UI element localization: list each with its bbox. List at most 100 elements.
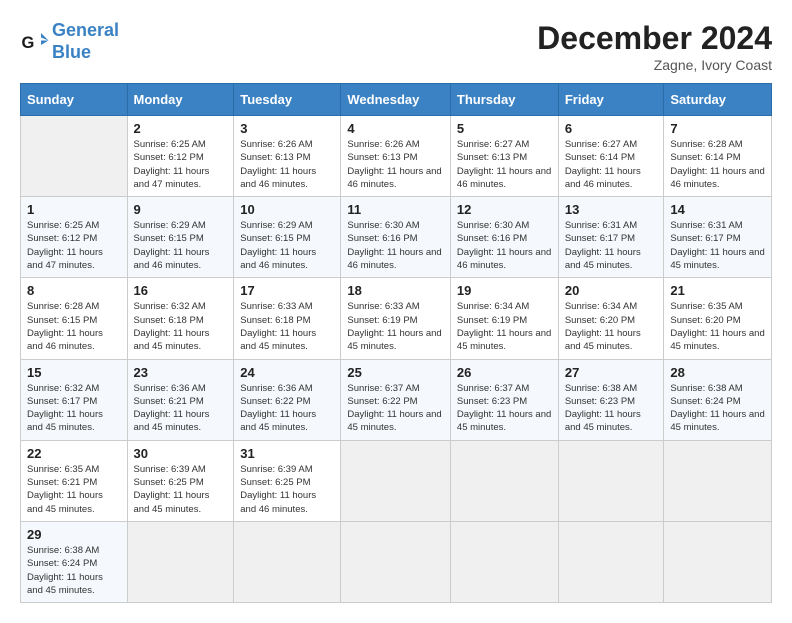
calendar-cell [450,521,558,602]
day-info: Sunrise: 6:27 AMSunset: 6:13 PMDaylight:… [457,138,552,191]
calendar-cell: 7Sunrise: 6:28 AMSunset: 6:14 PMDaylight… [664,116,772,197]
day-info: Sunrise: 6:25 AMSunset: 6:12 PMDaylight:… [27,219,121,272]
calendar-cell [664,440,772,521]
calendar-cell [664,521,772,602]
calendar-cell [558,521,664,602]
day-number: 23 [134,365,228,380]
calendar-cell: 25Sunrise: 6:37 AMSunset: 6:22 PMDayligh… [341,359,451,440]
day-number: 6 [565,121,658,136]
calendar-cell: 31 Sunrise: 6:39 AMSunset: 6:25 PMDayligh… [234,440,341,521]
day-info: Sunrise: 6:28 AMSunset: 6:15 PMDaylight:… [27,300,121,353]
day-info: Sunrise: 6:36 AMSunset: 6:21 PMDaylight:… [134,382,228,435]
logo: G General Blue [20,20,119,63]
weekday-header-wednesday: Wednesday [341,84,451,116]
calendar-cell: 3 Sunrise: 6:26 AMSunset: 6:13 PMDaylight… [234,116,341,197]
day-info: Sunrise: 6:34 AMSunset: 6:19 PMDaylight:… [457,300,552,353]
calendar-cell: 22Sunrise: 6:35 AMSunset: 6:21 PMDayligh… [21,440,128,521]
day-info: Sunrise: 6:32 AMSunset: 6:17 PMDaylight:… [27,382,121,435]
day-number: 7 [670,121,765,136]
calendar-cell: 20 Sunrise: 6:34 AMSunset: 6:20 PMDayligh… [558,278,664,359]
calendar-cell [450,440,558,521]
calendar-cell: 19 Sunrise: 6:34 AMSunset: 6:19 PMDayligh… [450,278,558,359]
day-number: 19 [457,283,552,298]
weekday-header-monday: Monday [127,84,234,116]
day-number: 20 [565,283,658,298]
calendar-cell [341,440,451,521]
day-number: 9 [134,202,228,217]
day-info: Sunrise: 6:30 AMSunset: 6:16 PMDaylight:… [457,219,552,272]
day-number: 16 [134,283,228,298]
day-number: 31 [240,446,334,461]
day-info: Sunrise: 6:38 AMSunset: 6:24 PMDaylight:… [670,382,765,435]
day-number: 15 [27,365,121,380]
day-number: 11 [347,202,444,217]
calendar-cell: 1 Sunrise: 6:25 AMSunset: 6:12 PMDaylight… [21,197,128,278]
day-number: 28 [670,365,765,380]
logo-icon: G [20,27,50,57]
day-number: 1 [27,202,121,217]
calendar: SundayMondayTuesdayWednesdayThursdayFrid… [20,83,772,603]
day-number: 2 [134,121,228,136]
calendar-cell: 16 Sunrise: 6:32 AMSunset: 6:18 PMDayligh… [127,278,234,359]
calendar-week-row: 2Sunrise: 6:25 AMSunset: 6:12 PMDaylight… [21,116,772,197]
day-info: Sunrise: 6:26 AMSunset: 6:13 PMDaylight:… [240,138,334,191]
day-number: 12 [457,202,552,217]
day-info: Sunrise: 6:31 AMSunset: 6:17 PMDaylight:… [670,219,765,272]
calendar-cell: 29 Sunrise: 6:38 AMSunset: 6:24 PMDayligh… [21,521,128,602]
calendar-week-row: 8 Sunrise: 6:28 AMSunset: 6:15 PMDaylight… [21,278,772,359]
day-number: 27 [565,365,658,380]
calendar-cell [234,521,341,602]
calendar-cell: 28 Sunrise: 6:38 AMSunset: 6:24 PMDayligh… [664,359,772,440]
weekday-header-thursday: Thursday [450,84,558,116]
calendar-cell: 2Sunrise: 6:25 AMSunset: 6:12 PMDaylight… [127,116,234,197]
calendar-cell: 27Sunrise: 6:38 AMSunset: 6:23 PMDayligh… [558,359,664,440]
calendar-week-row: 29 Sunrise: 6:38 AMSunset: 6:24 PMDayligh… [21,521,772,602]
day-number: 10 [240,202,334,217]
day-info: Sunrise: 6:37 AMSunset: 6:23 PMDaylight:… [457,382,552,435]
day-info: Sunrise: 6:33 AMSunset: 6:18 PMDaylight:… [240,300,334,353]
day-number: 8 [27,283,121,298]
calendar-cell: 24 Sunrise: 6:36 AMSunset: 6:22 PMDayligh… [234,359,341,440]
calendar-header: SundayMondayTuesdayWednesdayThursdayFrid… [21,84,772,116]
calendar-cell: 9 Sunrise: 6:29 AMSunset: 6:15 PMDaylight… [127,197,234,278]
day-info: Sunrise: 6:31 AMSunset: 6:17 PMDaylight:… [565,219,658,272]
logo-line2: Blue [52,42,91,62]
day-info: Sunrise: 6:38 AMSunset: 6:24 PMDaylight:… [27,544,121,597]
month-title: December 2024 [537,20,772,57]
calendar-cell: 17Sunrise: 6:33 AMSunset: 6:18 PMDayligh… [234,278,341,359]
calendar-cell: 8 Sunrise: 6:28 AMSunset: 6:15 PMDaylight… [21,278,128,359]
day-info: Sunrise: 6:35 AMSunset: 6:20 PMDaylight:… [670,300,765,353]
day-number: 5 [457,121,552,136]
weekday-header-friday: Friday [558,84,664,116]
calendar-week-row: 22Sunrise: 6:35 AMSunset: 6:21 PMDayligh… [21,440,772,521]
day-number: 29 [27,527,121,542]
day-info: Sunrise: 6:36 AMSunset: 6:22 PMDaylight:… [240,382,334,435]
calendar-cell [341,521,451,602]
weekday-header-row: SundayMondayTuesdayWednesdayThursdayFrid… [21,84,772,116]
calendar-cell: 21 Sunrise: 6:35 AMSunset: 6:20 PMDayligh… [664,278,772,359]
calendar-cell: 14Sunrise: 6:31 AMSunset: 6:17 PMDayligh… [664,197,772,278]
calendar-cell: 6Sunrise: 6:27 AMSunset: 6:14 PMDaylight… [558,116,664,197]
day-number: 3 [240,121,334,136]
day-info: Sunrise: 6:32 AMSunset: 6:18 PMDaylight:… [134,300,228,353]
location-subtitle: Zagne, Ivory Coast [537,57,772,73]
day-number: 24 [240,365,334,380]
day-info: Sunrise: 6:29 AMSunset: 6:15 PMDaylight:… [134,219,228,272]
day-info: Sunrise: 6:39 AMSunset: 6:25 PMDaylight:… [240,463,334,516]
day-number: 26 [457,365,552,380]
weekday-header-saturday: Saturday [664,84,772,116]
calendar-cell: 15 Sunrise: 6:32 AMSunset: 6:17 PMDayligh… [21,359,128,440]
calendar-cell: 23 Sunrise: 6:36 AMSunset: 6:21 PMDayligh… [127,359,234,440]
day-number: 21 [670,283,765,298]
calendar-body: 2 Sunrise: 6:25 AMSunset: 6:12 PMDaylight… [21,116,772,603]
day-info: Sunrise: 6:37 AMSunset: 6:22 PMDaylight:… [347,382,444,435]
day-info: Sunrise: 6:34 AMSunset: 6:20 PMDaylight:… [565,300,658,353]
day-number: 4 [347,121,444,136]
day-number: 22 [27,446,121,461]
header: G General Blue December 2024 Zagne, Ivor… [20,20,772,73]
calendar-cell: 26 Sunrise: 6:37 AMSunset: 6:23 PMDayligh… [450,359,558,440]
weekday-header-tuesday: Tuesday [234,84,341,116]
day-number: 30 [134,446,228,461]
weekday-header-sunday: Sunday [21,84,128,116]
day-number: 13 [565,202,658,217]
